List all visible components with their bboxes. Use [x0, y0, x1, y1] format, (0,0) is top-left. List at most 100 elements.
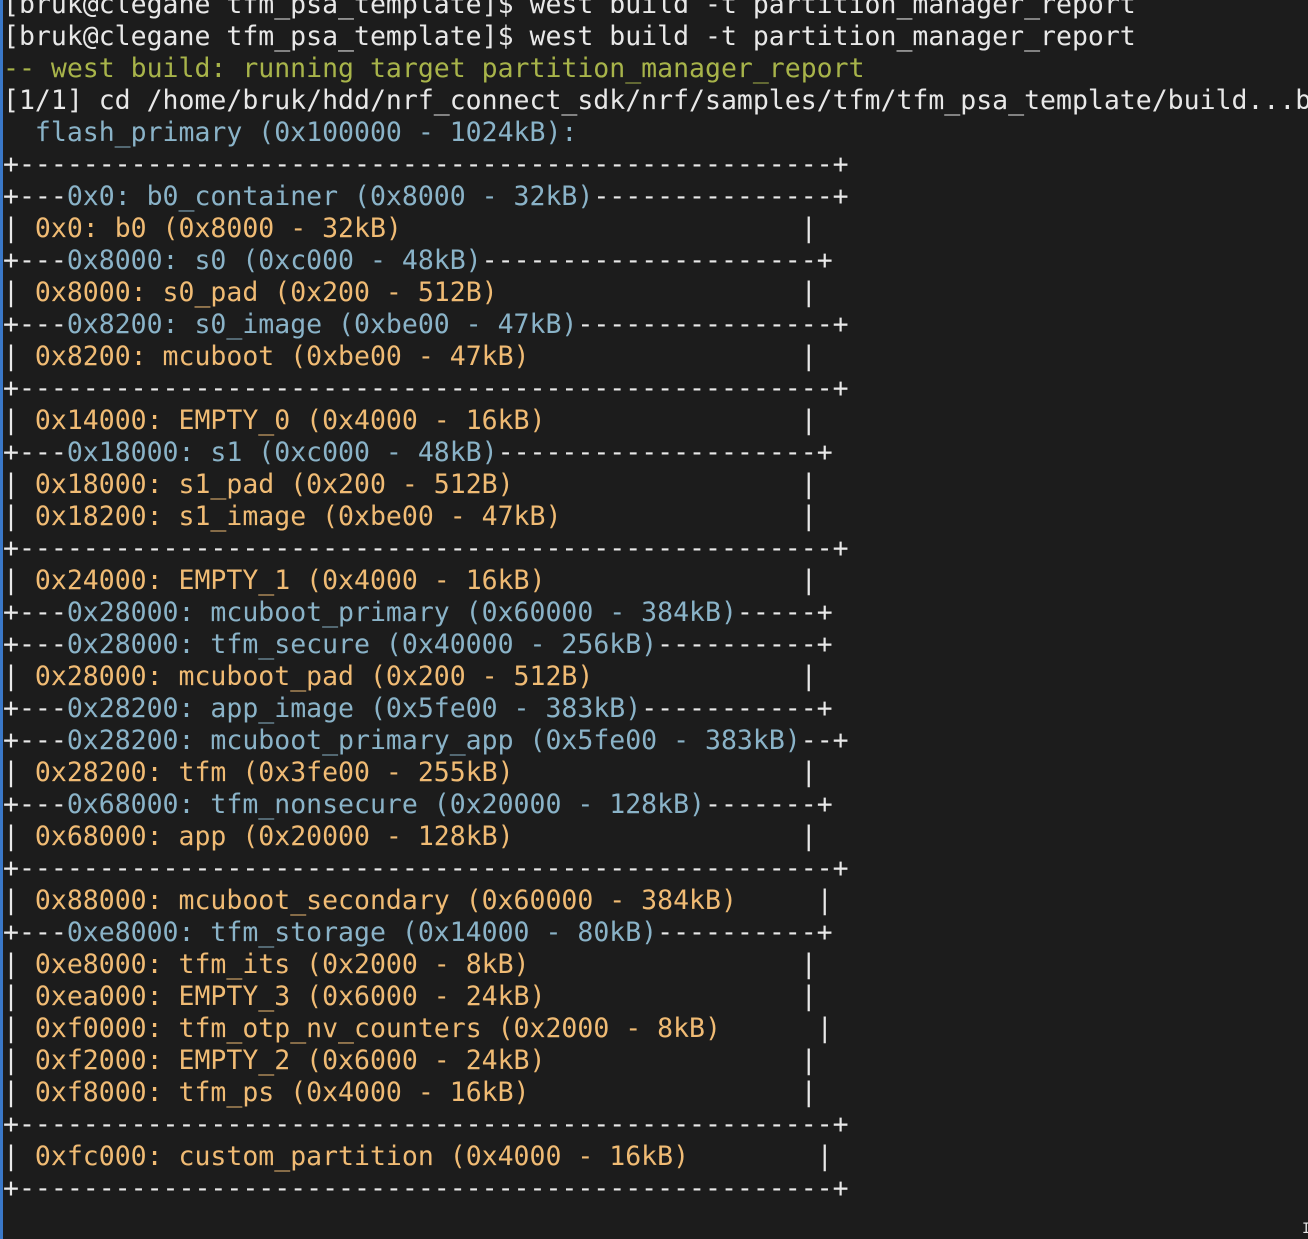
- table-border: +---: [3, 917, 67, 948]
- terminal-text: +---------------------------------------…: [3, 853, 849, 884]
- table-border: --+: [800, 725, 849, 756]
- table-border: |: [3, 1077, 35, 1108]
- table-border: |: [3, 757, 35, 788]
- terminal-line: | 0x8200: mcuboot (0xbe00 - 47kB) |: [3, 341, 1308, 373]
- table-border: |: [3, 661, 35, 692]
- table-border: |: [3, 1045, 35, 1076]
- terminal-line: [bruk@clegane tfm_psa_template]$ west bu…: [3, 0, 1308, 21]
- mouse-cursor-icon: I: [1302, 1221, 1308, 1237]
- terminal-line: +---0x28200: app_image (0x5fe00 - 383kB)…: [3, 693, 1308, 725]
- partition-entry: 0x18000: s1 (0xc000 - 48kB): [66, 437, 498, 468]
- table-border: |: [545, 565, 817, 596]
- table-border: +---: [3, 245, 67, 276]
- terminal-text: +---------------------------------------…: [3, 149, 849, 180]
- terminal-text: +---------------------------------------…: [3, 1109, 849, 1140]
- partition-entry: 0x18200: s1_image (0xbe00 - 47kB): [34, 501, 562, 532]
- terminal-text: +---------------------------------------…: [3, 373, 849, 404]
- table-border: +---: [3, 597, 67, 628]
- terminal-line: +---------------------------------------…: [3, 533, 1308, 565]
- table-border: |: [3, 213, 35, 244]
- table-border: +---: [3, 181, 67, 212]
- table-border: |: [3, 1013, 35, 1044]
- terminal-line: +---0x68000: tfm_nonsecure (0x20000 - 12…: [3, 789, 1308, 821]
- table-border: |: [720, 1013, 833, 1044]
- table-border: +---: [3, 309, 67, 340]
- partition-entry: 0x88000: mcuboot_secondary (0x60000 - 38…: [34, 885, 737, 916]
- table-border: +---: [3, 629, 67, 660]
- table-border: |: [529, 341, 817, 372]
- terminal-line: +---0x8200: s0_image (0xbe00 - 47kB)----…: [3, 309, 1308, 341]
- terminal-line: [1/1] cd /home/bruk/hdd/nrf_connect_sdk/…: [3, 85, 1308, 117]
- table-border: |: [736, 885, 833, 916]
- table-border: ----------+: [657, 917, 833, 948]
- table-border: |: [545, 981, 817, 1012]
- table-border: |: [545, 1045, 817, 1076]
- terminal-line: | 0x24000: EMPTY_1 (0x4000 - 16kB) |: [3, 565, 1308, 597]
- partition-entry: 0x68000: tfm_nonsecure (0x20000 - 128kB): [66, 789, 706, 820]
- table-border: -----+: [736, 597, 833, 628]
- partition-entry: 0xf8000: tfm_ps (0x4000 - 16kB): [34, 1077, 530, 1108]
- partition-entry: 0x8000: s0 (0xc000 - 48kB): [66, 245, 482, 276]
- terminal-line: +---0xe8000: tfm_storage (0x14000 - 80kB…: [3, 917, 1308, 949]
- terminal-text: [bruk@clegane tfm_psa_template]$ west bu…: [3, 21, 1136, 52]
- terminal-text: flash_primary (0x100000 - 1024kB):: [3, 117, 578, 148]
- table-border: |: [561, 501, 817, 532]
- terminal-line: -- west build: running target partition_…: [3, 53, 1308, 85]
- table-border: +---: [3, 725, 67, 756]
- table-border: +---: [3, 437, 67, 468]
- table-border: +---: [3, 789, 67, 820]
- terminal-line: +---------------------------------------…: [3, 1173, 1308, 1205]
- table-border: |: [3, 565, 35, 596]
- partition-entry: 0xf0000: tfm_otp_nv_counters (0x2000 - 8…: [34, 1013, 721, 1044]
- terminal-line: flash_primary (0x100000 - 1024kB):: [3, 117, 1308, 149]
- terminal-line: | 0xf0000: tfm_otp_nv_counters (0x2000 -…: [3, 1013, 1308, 1045]
- table-border: |: [689, 1141, 833, 1172]
- partition-entry: 0x0: b0 (0x8000 - 32kB): [34, 213, 402, 244]
- terminal-text: [1/1] cd /home/bruk/hdd/nrf_connect_sdk/…: [3, 85, 1308, 116]
- partition-entry: 0x0: b0_container (0x8000 - 32kB): [66, 181, 594, 212]
- partition-entry: 0x28000: tfm_secure (0x40000 - 256kB): [66, 629, 658, 660]
- table-border: |: [3, 885, 35, 916]
- partition-entry: 0x14000: EMPTY_0 (0x4000 - 16kB): [34, 405, 546, 436]
- partition-entry: 0x68000: app (0x20000 - 128kB): [34, 821, 514, 852]
- terminal-line: +---0x18000: s1 (0xc000 - 48kB)---------…: [3, 437, 1308, 469]
- table-border: |: [3, 1141, 35, 1172]
- table-border: |: [593, 661, 817, 692]
- terminal-line: +---0x28000: tfm_secure (0x40000 - 256kB…: [3, 629, 1308, 661]
- terminal-line: +---------------------------------------…: [3, 1109, 1308, 1141]
- terminal-line: | 0x28200: tfm (0x3fe00 - 255kB) |: [3, 757, 1308, 789]
- table-border: |: [3, 981, 35, 1012]
- partition-entry: 0xfc000: custom_partition (0x4000 - 16kB…: [34, 1141, 690, 1172]
- terminal-line: | 0x0: b0 (0x8000 - 32kB) |: [3, 213, 1308, 245]
- partition-entry: 0x8000: s0_pad (0x200 - 512B): [34, 277, 498, 308]
- terminal-output: [bruk@clegane tfm_psa_template]$ west bu…: [3, 0, 1308, 1239]
- terminal-text: +---------------------------------------…: [3, 1173, 849, 1204]
- table-border: |: [529, 1077, 817, 1108]
- terminal-line: +---------------------------------------…: [3, 373, 1308, 405]
- terminal-line: +---------------------------------------…: [3, 853, 1308, 885]
- terminal-window[interactable]: [bruk@clegane tfm_psa_template]$ west bu…: [0, 0, 1308, 1239]
- terminal-text: [bruk@clegane tfm_psa_template]$ west bu…: [3, 0, 1136, 20]
- terminal-line: | 0x14000: EMPTY_0 (0x4000 - 16kB) |: [3, 405, 1308, 437]
- table-border: |: [513, 469, 817, 500]
- partition-entry: 0xf2000: EMPTY_2 (0x6000 - 24kB): [34, 1045, 546, 1076]
- partition-entry: 0x18000: s1_pad (0x200 - 512B): [34, 469, 514, 500]
- table-border: |: [497, 277, 817, 308]
- table-border: |: [3, 501, 35, 532]
- table-border: --------------------+: [497, 437, 833, 468]
- table-border: -------+: [705, 789, 833, 820]
- table-border: ----------------+: [577, 309, 849, 340]
- table-border: |: [3, 821, 35, 852]
- terminal-line: | 0x8000: s0_pad (0x200 - 512B) |: [3, 277, 1308, 309]
- table-border: |: [3, 405, 35, 436]
- terminal-line: | 0xf2000: EMPTY_2 (0x6000 - 24kB) |: [3, 1045, 1308, 1077]
- partition-entry: 0x28000: mcuboot_pad (0x200 - 512B): [34, 661, 594, 692]
- table-border: ---------------+: [593, 181, 849, 212]
- table-border: |: [3, 341, 35, 372]
- table-border: |: [513, 757, 817, 788]
- partition-entry: 0x28200: tfm (0x3fe00 - 255kB): [34, 757, 514, 788]
- partition-entry: 0x8200: s0_image (0xbe00 - 47kB): [66, 309, 578, 340]
- table-border: |: [401, 213, 817, 244]
- partition-entry: 0x28200: app_image (0x5fe00 - 383kB): [66, 693, 642, 724]
